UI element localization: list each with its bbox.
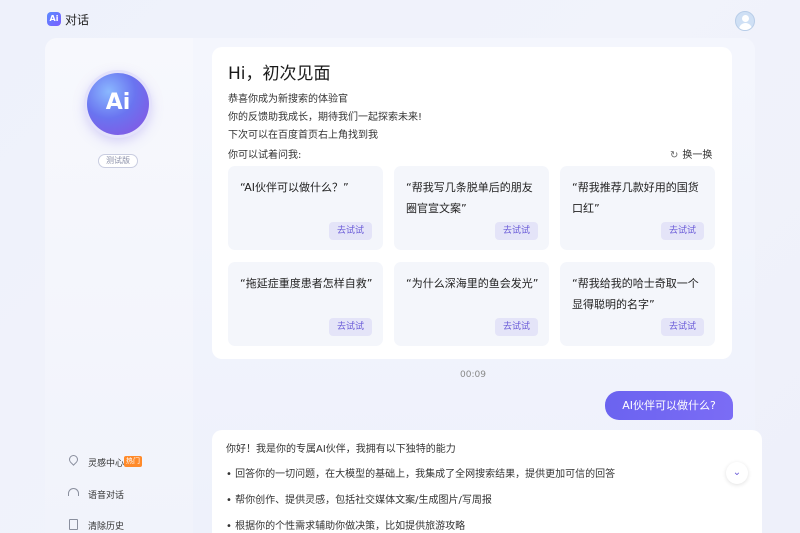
- prompt-card[interactable]: “AI伙伴可以做什么？” 去试试: [228, 166, 383, 250]
- try-button[interactable]: 去试试: [495, 222, 538, 240]
- try-button[interactable]: 去试试: [661, 318, 704, 336]
- prompt-card[interactable]: “为什么深海里的鱼会发光” 去试试: [394, 262, 549, 346]
- trash-icon: [69, 519, 78, 530]
- refresh-button[interactable]: ↻ 换一换: [670, 146, 712, 161]
- prompt-text: “帮我写几条脱单后的朋友圈官宣文案”: [406, 181, 533, 215]
- welcome-line: 恭喜你成为新搜索的体验官: [228, 94, 348, 105]
- answer-line: • 回答你的一切问题，在大模型的基础上，我集成了全网搜索结果，提供更加可信的回答: [226, 469, 616, 480]
- ai-logo-text: Ai: [105, 90, 131, 115]
- answer-line: • 帮你创作、提供灵感，包括社交媒体文案/生成图片/写周报: [226, 495, 492, 506]
- assistant-answer-card: 你好！我是你的专属AI伙伴，我拥有以下独特的能力 • 回答你的一切问题，在大模型…: [212, 430, 762, 533]
- refresh-icon: ↻: [670, 150, 679, 161]
- sidebar-item-label: 清除历史: [88, 522, 125, 532]
- prompt-card[interactable]: “帮我写几条脱单后的朋友圈官宣文案” 去试试: [394, 166, 549, 250]
- try-button[interactable]: 去试试: [661, 222, 704, 240]
- chat-timestamp: 00:09: [460, 370, 486, 380]
- try-button[interactable]: 去试试: [329, 318, 372, 336]
- try-button[interactable]: 去试试: [329, 222, 372, 240]
- scroll-down-button[interactable]: ⌄: [726, 462, 748, 484]
- welcome-title: Hi，初次见面: [228, 64, 331, 84]
- try-button[interactable]: 去试试: [495, 318, 538, 336]
- app-title: 对话: [65, 13, 90, 27]
- refresh-label: 换一换: [682, 150, 713, 161]
- try-asking-label: 你可以试着问我:: [228, 150, 302, 161]
- prompt-text: “帮我给我的哈士奇取一个显得聪明的名字”: [572, 277, 699, 311]
- welcome-line: 下次可以在百度首页右上角找到我: [228, 130, 378, 141]
- ai-assistant-logo: Ai: [87, 73, 149, 135]
- answer-line: • 根据你的个性需求辅助你做决策，比如提供旅游攻略: [226, 521, 466, 532]
- prompt-card[interactable]: “拖延症重度患者怎样自救” 去试试: [228, 262, 383, 346]
- sidebar-item-label: 语音对话: [88, 491, 125, 501]
- user-avatar[interactable]: [735, 11, 755, 31]
- sidebar-item-label: 灵感中心: [88, 459, 125, 469]
- beta-badge: 测试版: [98, 154, 138, 168]
- prompt-text: “为什么深海里的鱼会发光”: [406, 277, 539, 290]
- prompt-card[interactable]: “帮我给我的哈士奇取一个显得聪明的名字” 去试试: [560, 262, 715, 346]
- headphones-icon: [68, 488, 79, 496]
- welcome-line: 你的反馈助我成长，期待我们一起探索未来!: [228, 112, 423, 123]
- prompt-text: “拖延症重度患者怎样自救”: [240, 277, 373, 290]
- prompt-card[interactable]: “帮我推荐几款好用的国货口红” 去试试: [560, 166, 715, 250]
- answer-line: 你好！我是你的专属AI伙伴，我拥有以下独特的能力: [226, 444, 456, 455]
- chevron-down-icon: ⌄: [732, 467, 742, 478]
- user-message-bubble: AI伙伴可以做什么?: [605, 391, 733, 420]
- top-bar: Ai 对话: [0, 0, 800, 38]
- app-logo-icon: Ai: [47, 12, 61, 26]
- welcome-card: Hi，初次见面 恭喜你成为新搜索的体验官 你的反馈助我成长，期待我们一起探索未来…: [212, 47, 732, 359]
- prompt-text: “AI伙伴可以做什么？”: [240, 181, 349, 194]
- prompt-text: “帮我推荐几款好用的国货口红”: [572, 181, 699, 215]
- hot-tag: 热门: [124, 456, 142, 467]
